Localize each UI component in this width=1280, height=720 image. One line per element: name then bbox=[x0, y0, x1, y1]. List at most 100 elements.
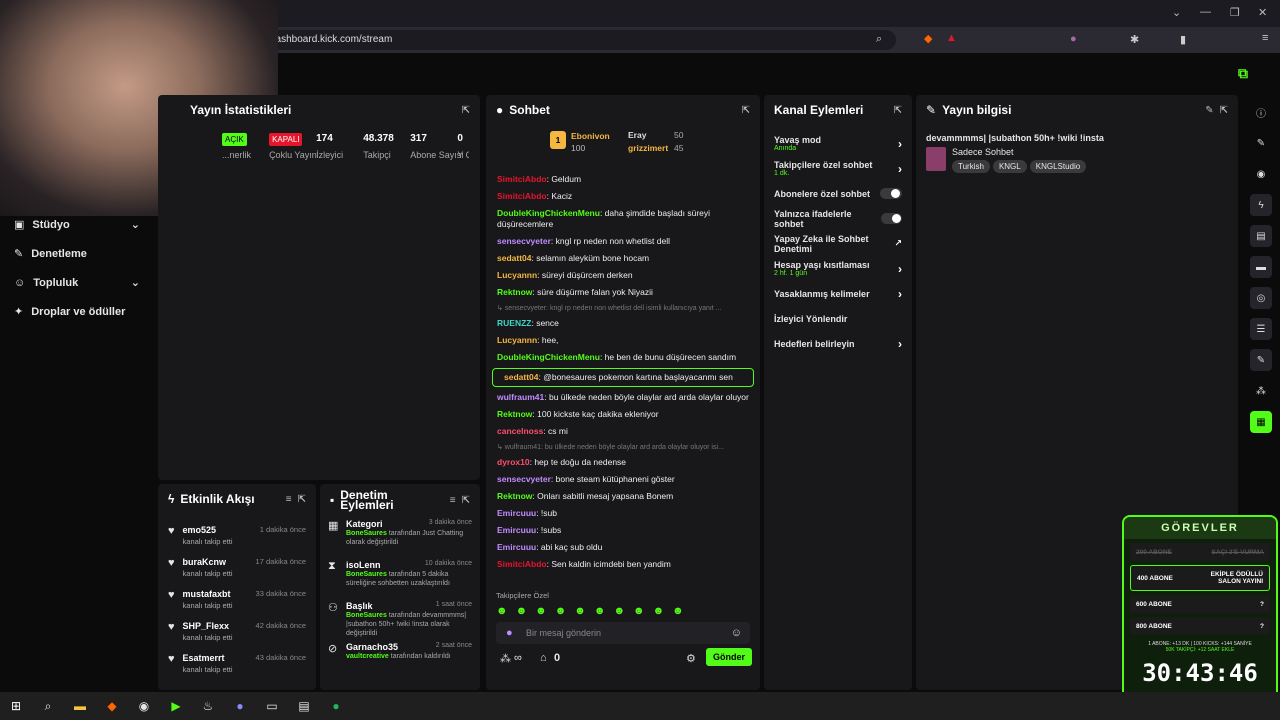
chat-message[interactable]: DoubleKingChickenMenu: daha şimdide başl… bbox=[486, 205, 760, 233]
tag[interactable]: Turkish bbox=[952, 160, 990, 173]
emote-bar[interactable]: ☻☻☻☻☻☻☻☻☻☻ bbox=[486, 600, 760, 622]
notes-icon[interactable]: ▤ bbox=[1250, 225, 1272, 247]
list-icon[interactable]: ☰ bbox=[1250, 318, 1272, 340]
chat-username[interactable]: RUENZZ bbox=[497, 318, 531, 328]
chat-username[interactable]: Lucyannn bbox=[497, 335, 537, 345]
popout-icon[interactable]: ⇱ bbox=[298, 494, 306, 505]
channel-action-item[interactable]: Yapay Zeka ile Sohbet Denetimi ↗ bbox=[764, 231, 912, 256]
emoji-icon[interactable]: ☺ bbox=[731, 627, 742, 639]
wrench-icon[interactable]: ✎ bbox=[1250, 349, 1272, 371]
chat-username[interactable]: SimitciAbdo bbox=[497, 191, 547, 201]
chat-input[interactable]: ● Bir mesaj gönderin ☺ bbox=[496, 622, 750, 644]
chat-username[interactable]: Rektnow bbox=[497, 409, 532, 419]
chat-username[interactable]: DoubleKingChickenMenu bbox=[497, 352, 600, 362]
extensions-icon[interactable]: ✱ bbox=[1130, 33, 1139, 46]
chat-message[interactable]: SimitciAbdo: Sen kaldin icimdebi ben yan… bbox=[486, 556, 760, 573]
broadcast-icon[interactable]: ◎ bbox=[1250, 287, 1272, 309]
chat-username[interactable]: sedatt04 bbox=[497, 253, 532, 263]
chat-username[interactable]: wulfraum41 bbox=[497, 392, 544, 402]
url-field[interactable]: ⚙dashboard.kick.com/stream bbox=[246, 30, 896, 50]
calendar-icon[interactable]: ▦ bbox=[1250, 411, 1272, 433]
toggle-switch[interactable] bbox=[880, 213, 902, 224]
chat-message[interactable]: Lucyannn: süreyi düşürcem derken bbox=[486, 267, 760, 284]
chat-message[interactable]: cancelnoss: cs mi bbox=[486, 423, 760, 440]
popout-icon[interactable]: ⇱ bbox=[462, 495, 470, 506]
app-icon[interactable]: ▶ bbox=[164, 696, 188, 716]
extension-icon[interactable]: ● bbox=[1070, 33, 1077, 45]
discord-icon[interactable]: ● bbox=[228, 696, 252, 716]
settings-icon[interactable]: ⚙ bbox=[686, 652, 696, 665]
chat-username[interactable]: sensecvyeter bbox=[497, 474, 551, 484]
chat-message[interactable]: Emircuuu: !subs bbox=[486, 522, 760, 539]
chat-message[interactable]: sensecvyeter: kngl rp neden non whetlist… bbox=[486, 233, 760, 250]
store-icon[interactable]: ⌂ bbox=[540, 652, 547, 664]
search-icon[interactable]: ⌕ bbox=[36, 696, 60, 716]
popout-icon[interactable]: ⇱ bbox=[894, 105, 902, 116]
chat-message[interactable]: Emircuuu: !sub bbox=[486, 505, 760, 522]
chat-username[interactable]: Lucyannn bbox=[497, 270, 537, 280]
spotify-icon[interactable]: ● bbox=[324, 696, 348, 716]
channel-action-item[interactable]: Hedefleri belirleyin › bbox=[764, 331, 912, 356]
chat-username[interactable]: SimitciAbdo bbox=[497, 174, 547, 184]
chat-message[interactable]: wulfraum41: bu ülkede neden böyle olayla… bbox=[486, 389, 760, 406]
nav-item-moderation[interactable]: ✎ Denetleme bbox=[0, 239, 154, 268]
chat-username[interactable]: dyrox10 bbox=[497, 457, 530, 467]
tag[interactable]: KNGL bbox=[992, 160, 1027, 173]
channel-action-item[interactable]: Takipçilere özel sohbet 1 dk. › bbox=[764, 156, 912, 181]
chat-username[interactable]: DoubleKingChickenMenu bbox=[497, 208, 600, 218]
popout-icon[interactable]: ⇱ bbox=[742, 105, 750, 116]
filter-icon[interactable]: ≡ bbox=[286, 494, 292, 505]
nodes-icon[interactable]: ⁂ bbox=[1250, 380, 1272, 402]
chat-username[interactable]: Rektnow bbox=[497, 287, 532, 297]
send-button[interactable]: Gönder bbox=[706, 648, 753, 666]
chat-message[interactable]: Rektnow: süre düşürme falan yok Niyazii bbox=[486, 284, 760, 301]
chat-username[interactable]: Emircuuu bbox=[497, 525, 536, 535]
chat-message[interactable]: sensecvyeter: bone steam kütüphaneni gös… bbox=[486, 471, 760, 488]
chat-username[interactable]: cancelnoss bbox=[497, 426, 543, 436]
close-window-icon[interactable]: ✕ bbox=[1258, 6, 1267, 19]
brave-shield-icon[interactable]: ◆ bbox=[924, 32, 932, 45]
camera-icon[interactable]: ◉ bbox=[1250, 163, 1272, 185]
brave-icon[interactable]: ◆ bbox=[100, 696, 124, 716]
chat-message[interactable]: Rektnow: 100 kickste kaç dakika ekleniyo… bbox=[486, 406, 760, 423]
kick-logo-icon[interactable]: ⧉ bbox=[1238, 65, 1248, 82]
chat-icon[interactable]: ▬ bbox=[1250, 256, 1272, 278]
channel-action-item[interactable]: Yasaklanmış kelimeler › bbox=[764, 281, 912, 306]
zoom-icon[interactable]: ⌕ bbox=[876, 33, 882, 46]
chat-messages[interactable]: SimitciAbdo: Geldum SimitciAbdo: Kaciz Dou… bbox=[486, 171, 760, 591]
chat-message[interactable]: sedatt04: selamın aleyküm bone hocam bbox=[486, 250, 760, 267]
chat-message[interactable]: SimitciAbdo: Kaciz bbox=[486, 188, 760, 205]
tag[interactable]: KNGLStudio bbox=[1029, 160, 1087, 173]
chat-message[interactable]: sedatt04: @bonesaures pokemon kartına ba… bbox=[492, 368, 754, 387]
channel-action-item[interactable]: Hesap yaşı kısıtlaması 2 hf. 1 gün › bbox=[764, 256, 912, 281]
sidebar-toggle-icon[interactable]: ▮ bbox=[1180, 33, 1186, 46]
channel-action-item[interactable]: Yavaş mod Anında › bbox=[764, 131, 912, 156]
obs-icon[interactable]: ◉ bbox=[132, 696, 156, 716]
minimize-icon[interactable]: — bbox=[1200, 6, 1211, 18]
chat-username[interactable]: Rektnow bbox=[497, 491, 532, 501]
tab-list-icon[interactable]: ⌄ bbox=[1172, 6, 1181, 19]
chat-message[interactable]: RUENZZ: sence bbox=[486, 315, 760, 332]
nav-item-community[interactable]: ☺ Topluluk ⌄ bbox=[0, 268, 154, 297]
chat-message[interactable]: DoubleKingChickenMenu: he ben de bunu dü… bbox=[486, 349, 760, 366]
maximize-icon[interactable]: ❐ bbox=[1230, 6, 1240, 19]
chat-message[interactable]: SimitciAbdo: Geldum bbox=[486, 171, 760, 188]
nav-item-drops[interactable]: ✦ Droplar ve ödüller bbox=[0, 297, 154, 326]
brave-rewards-icon[interactable]: ▲ bbox=[946, 32, 957, 44]
pen-icon[interactable]: ✎ bbox=[1250, 132, 1272, 154]
chat-username[interactable]: Emircuuu bbox=[497, 508, 536, 518]
channel-action-item[interactable]: İzleyici Yönlendir bbox=[764, 306, 912, 331]
popout-icon[interactable]: ⇱ bbox=[462, 105, 470, 116]
channel-action-item[interactable]: Abonelere özel sohbet bbox=[764, 181, 912, 206]
filter-icon[interactable]: ≡ bbox=[450, 495, 456, 506]
points-icon[interactable]: ⁂ bbox=[500, 652, 511, 665]
nav-item-studio[interactable]: ▣ Stüdyo ⌄ bbox=[0, 210, 154, 239]
chat-message[interactable]: Emircuuu: abi kaç sub oldu bbox=[486, 539, 760, 556]
chat-message[interactable]: dyrox10: hep te doğu da nedense bbox=[486, 454, 760, 471]
channel-action-item[interactable]: Yalnızca ifadelerle sohbet bbox=[764, 206, 912, 231]
windows-start-icon[interactable]: ⊞ bbox=[4, 696, 28, 716]
chat-username[interactable]: sedatt04 bbox=[504, 372, 539, 382]
chat-message[interactable]: Lucyannn: hee, bbox=[486, 332, 760, 349]
monitor-icon[interactable]: ▭ bbox=[260, 696, 284, 716]
chat-username[interactable]: SimitciAbdo bbox=[497, 559, 547, 569]
